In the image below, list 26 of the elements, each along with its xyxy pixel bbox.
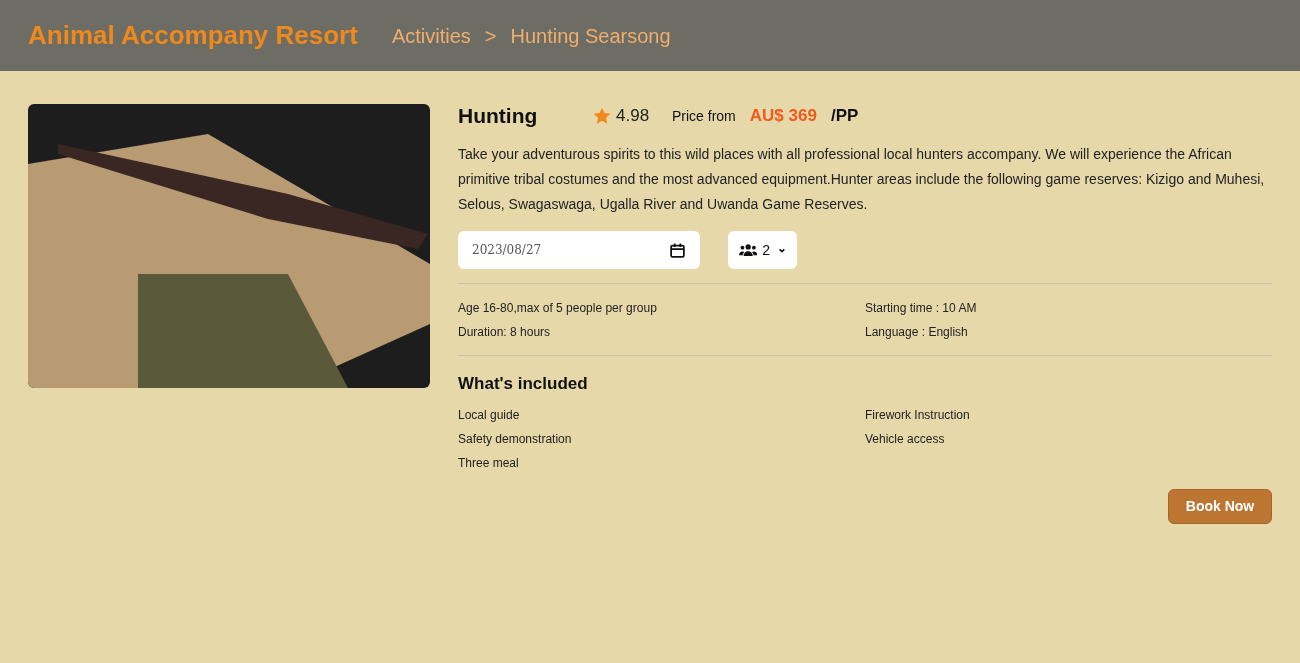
calendar-icon	[669, 241, 686, 259]
people-icon	[739, 243, 758, 257]
activity-title: Hunting	[458, 103, 539, 130]
breadcrumb-link[interactable]: Hunting Searsong	[510, 20, 671, 51]
activity-description: Take your adventurous spirits to this wild places with all professional local hunters accompany. We will experience the African primitive tribal costumes and the most advanced equipment.Hunter areas include the following game reserves: Kizigo and Muhesi, Selous, Swagaswaga, Ugalla River and Uwanda Game Reserves.	[458, 145, 1266, 214]
detail-text: Language : English	[865, 324, 969, 341]
price-label: Price from	[672, 106, 736, 126]
price-unit: /PP	[830, 105, 859, 128]
detail-text: Age 16-80,max of 5 people per group	[458, 300, 658, 317]
included-item: Firework Instruction	[865, 406, 971, 424]
star-icon	[592, 106, 612, 126]
price-value: AU$ 369	[749, 105, 817, 128]
book-now-button[interactable]: Book Now	[1168, 488, 1272, 524]
included-item: Vehicle access	[865, 430, 946, 448]
included-heading: What's included	[458, 373, 589, 395]
date-field[interactable]: 2023/08/27	[458, 231, 700, 269]
people-select[interactable]: 2	[728, 231, 797, 269]
site-title: Animal Accompany Resort	[28, 19, 358, 52]
breadcrumb-separator: >	[484, 23, 497, 49]
included-item: Three meal	[458, 454, 520, 472]
included-item: Safety demonstration	[458, 430, 573, 448]
breadcrumb-link[interactable]: Activities	[391, 20, 471, 51]
detail-text: Duration: 8 hours	[458, 324, 552, 341]
included-item: Local guide	[458, 406, 521, 424]
rating-value: 4.98	[616, 105, 651, 128]
detail-text: Starting time : 10 AM	[865, 300, 978, 317]
